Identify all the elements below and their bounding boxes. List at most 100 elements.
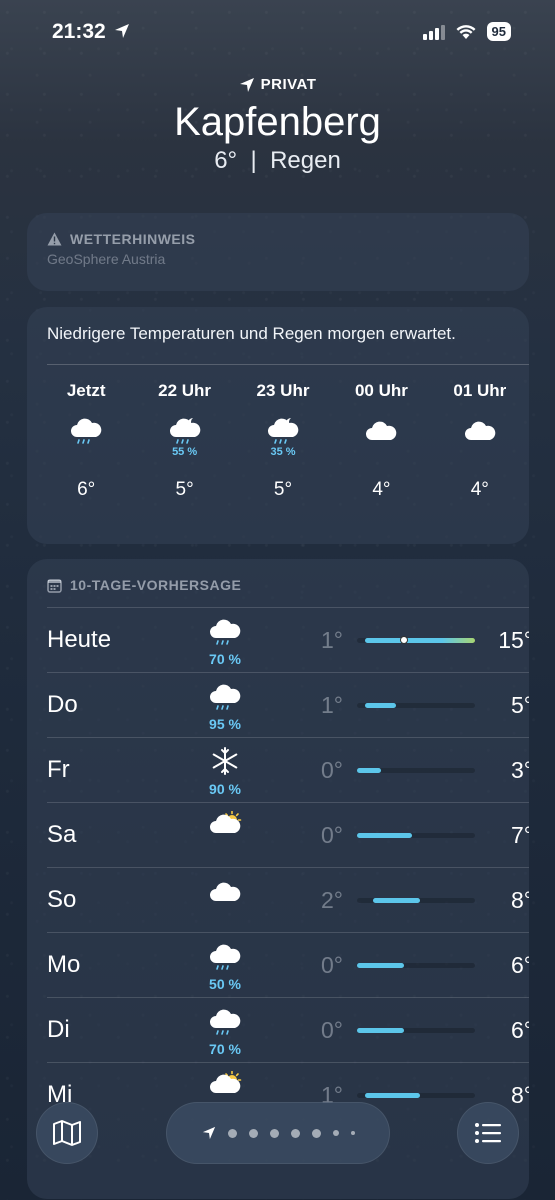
map-icon: [53, 1120, 81, 1146]
hour-item: 01 Uhr 4°: [431, 381, 529, 501]
conditions-separator: |: [250, 147, 257, 174]
rain-cloud-icon: [210, 684, 241, 710]
hour-icon: 55 %: [135, 415, 233, 467]
current-condition: Regen: [270, 147, 341, 174]
calendar-icon: [47, 578, 62, 593]
temp-range-bar: [357, 833, 475, 838]
day-icon: 90 %: [195, 746, 255, 797]
status-bar: 21:32 95: [0, 0, 555, 64]
cellular-signal-icon: [422, 24, 445, 40]
high-temp: 6°: [511, 952, 529, 978]
rain-cloud-icon: [210, 619, 241, 645]
day-label: Fr: [47, 756, 70, 783]
sun-cloud-icon: [210, 1070, 242, 1093]
sun-cloud-icon: [210, 810, 242, 833]
precip-chance: 50 %: [209, 976, 241, 992]
forecast-row[interactable]: Sa 0° 7°: [47, 802, 529, 867]
hour-item: 22 Uhr 55 % 5°: [135, 381, 233, 501]
temp-range-fill: [357, 833, 413, 838]
precip-chance: 70 %: [209, 651, 241, 667]
alert-title: WETTERHINWEIS: [70, 231, 196, 247]
city-name: Kapfenberg: [174, 100, 381, 144]
high-temp: 15°: [498, 627, 529, 653]
current-location-icon: [202, 1126, 215, 1140]
temp-range-bar: [357, 963, 475, 968]
precip-chance: 95 %: [209, 716, 241, 732]
night-rain-icon: [268, 418, 299, 444]
day-icon: 70 %: [195, 1006, 255, 1057]
forecast-row[interactable]: Di 70 % 0° 6°: [47, 997, 529, 1062]
forecast-row[interactable]: Heute 70 % 1° 15°: [47, 607, 529, 672]
day-icon: 50 %: [195, 941, 255, 992]
forecast-row[interactable]: So 2° 8°: [47, 867, 529, 932]
forecast-summary: Niedrigere Temperaturen und Regen morgen…: [47, 324, 456, 343]
temp-range-bar: [357, 898, 475, 903]
page-dot[interactable]: [332, 1130, 339, 1136]
page-dot[interactable]: [248, 1128, 258, 1138]
map-button[interactable]: [36, 1102, 98, 1164]
temp-range-fill: [372, 898, 420, 903]
status-time: 21:32: [52, 20, 130, 44]
low-temp: 1°: [321, 627, 343, 653]
day-label: Sa: [47, 821, 77, 848]
forecast-row[interactable]: Fr 90 % 0° 3°: [47, 737, 529, 802]
page-dot[interactable]: [269, 1128, 279, 1138]
hour-icon: [431, 415, 529, 467]
page-dot[interactable]: [350, 1131, 355, 1135]
location-header: PRIVAT Kapfenberg 6° | Regen: [0, 76, 555, 175]
location-pager[interactable]: [166, 1102, 390, 1164]
day-label: Do: [47, 691, 78, 718]
temp-range-fill: [364, 1093, 420, 1098]
temp-range-bar: [357, 768, 475, 773]
forecast-rows: Heute 70 % 1° 15° Do 95 % 1° 5° Fr 90 % 0° 3° Sa 0° 7°…: [27, 607, 529, 1127]
day-label: Di: [47, 1016, 70, 1043]
hourly-strip[interactable]: Jetzt 6° 22 Uhr 55 % 5° 23 Uhr 35 % 5° 00 Uhr 4° 0…: [27, 365, 529, 501]
hour-label: 23 Uhr: [256, 381, 310, 400]
current-conditions: 6° | Regen: [0, 147, 555, 175]
rain-cloud-icon: [210, 944, 241, 970]
hour-label: 01 Uhr: [453, 381, 507, 400]
forecast-row[interactable]: Do 95 % 1° 5°: [47, 672, 529, 737]
hour-temp: 4°: [372, 479, 391, 500]
hour-item: 23 Uhr 35 % 5°: [234, 381, 332, 501]
precip-chance: 70 %: [209, 1041, 241, 1057]
rain-cloud-icon: [210, 1009, 241, 1035]
low-temp: 0°: [321, 952, 343, 978]
low-temp: 0°: [321, 757, 343, 783]
day-label: Mo: [47, 951, 81, 978]
forecast-header: 10-TAGE-VORHERSAGE: [27, 559, 529, 593]
page-dot[interactable]: [227, 1128, 237, 1138]
temp-range-bar: [357, 636, 475, 644]
page-dot[interactable]: [290, 1128, 300, 1138]
high-temp: 3°: [511, 757, 529, 783]
day-icon: 95 %: [195, 681, 255, 732]
page-dot[interactable]: [311, 1128, 321, 1138]
forecast-row[interactable]: Mo 50 % 0° 6°: [47, 932, 529, 997]
day-icon: 70 %: [195, 616, 255, 667]
location-list-button[interactable]: [457, 1102, 519, 1164]
hour-temp: 5°: [273, 479, 293, 500]
high-temp: 8°: [511, 887, 529, 913]
current-temp: 6°: [214, 147, 238, 174]
location-arrow-icon: [114, 24, 129, 38]
night-rain-icon: [169, 418, 200, 444]
day-label: Heute: [47, 626, 112, 653]
temp-range-fill: [357, 1028, 405, 1033]
hour-item: Jetzt 6°: [37, 381, 135, 501]
battery-indicator: 95: [486, 22, 511, 41]
hourly-forecast-card[interactable]: Niedrigere Temperaturen und Regen morgen…: [27, 307, 529, 544]
list-icon: [475, 1123, 501, 1143]
precip-chance: 35 %: [270, 446, 296, 458]
hour-item: 00 Uhr 4°: [332, 381, 430, 501]
bottom-toolbar: [0, 1100, 555, 1200]
temp-range-bar: [357, 703, 475, 708]
hour-icon: 35 %: [234, 415, 332, 467]
high-temp: 7°: [511, 822, 529, 848]
snowflake-icon: [212, 747, 238, 775]
status-icons: 95: [422, 22, 511, 41]
weather-alert-card[interactable]: WETTERHINWEIS GeoSphere Austria: [27, 213, 529, 291]
precip-chance: 55 %: [172, 446, 198, 458]
low-temp: 1°: [321, 692, 343, 718]
hour-temp: 4°: [470, 479, 489, 500]
warning-icon: [47, 232, 62, 246]
